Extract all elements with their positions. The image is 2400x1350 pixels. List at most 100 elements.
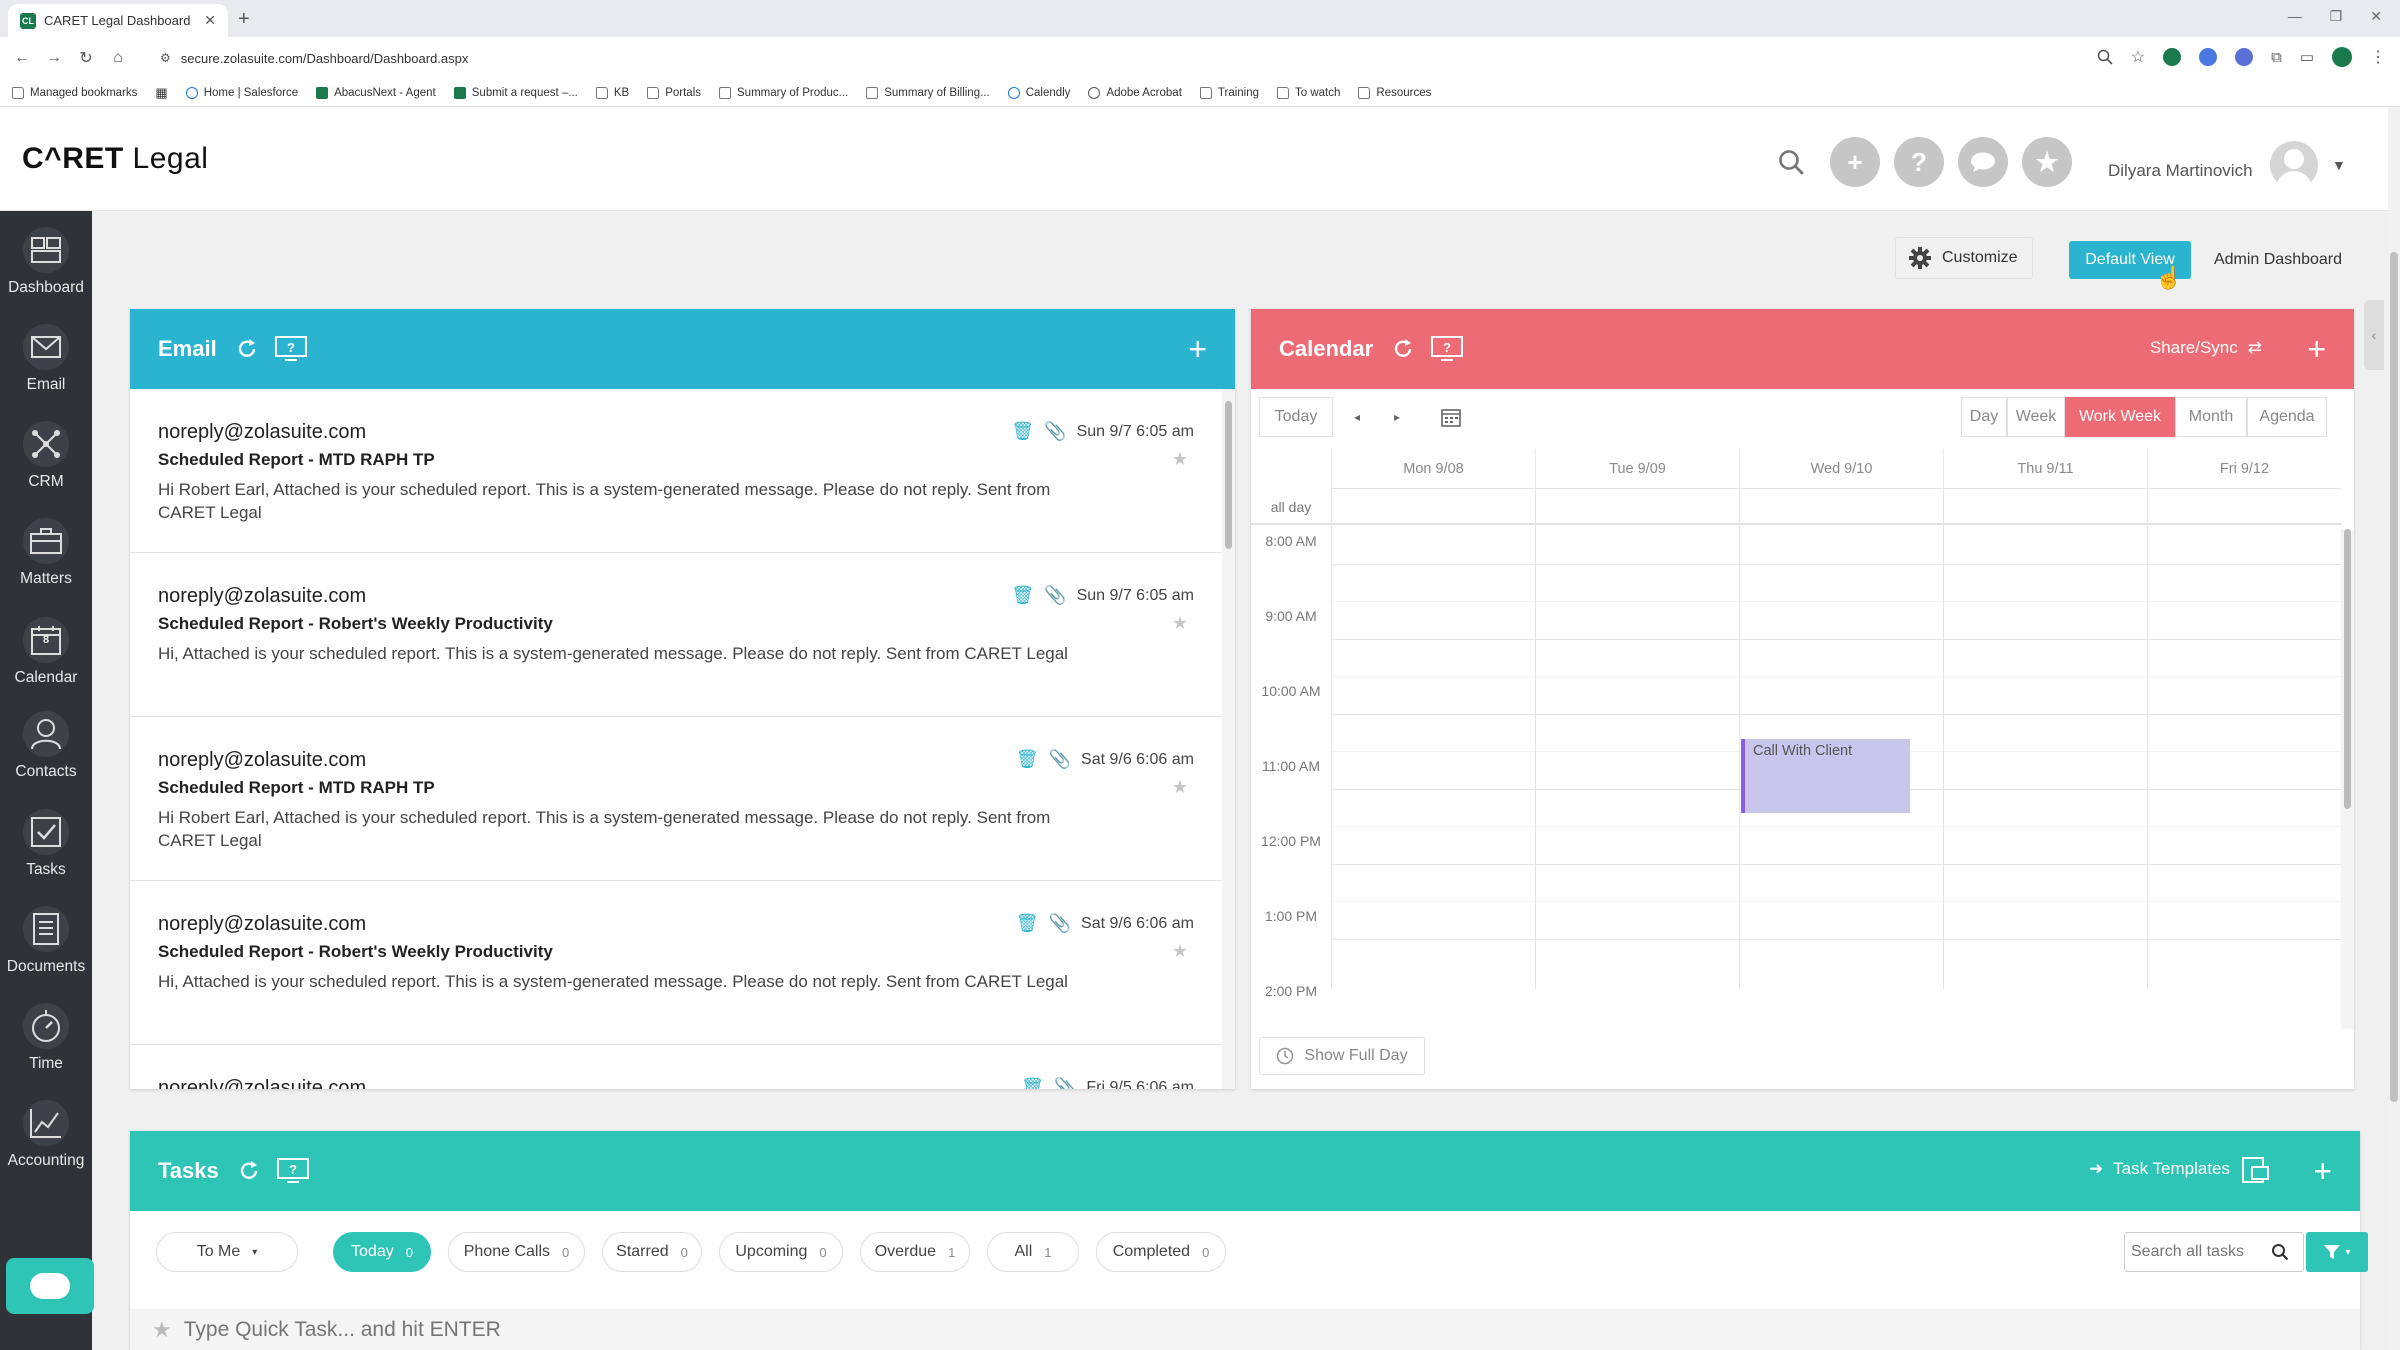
- site-info-icon[interactable]: ⚙: [160, 51, 171, 65]
- sidebar-item-matters[interactable]: Matters: [0, 518, 92, 588]
- quick-task-input[interactable]: [183, 1317, 984, 1342]
- prev-arrow-icon[interactable]: ◂: [1337, 397, 1377, 437]
- print-tasks-icon[interactable]: [2240, 1155, 2270, 1190]
- live-chat-button[interactable]: [6, 1258, 94, 1314]
- sidebar-item-calendar[interactable]: 8 Calendar: [0, 617, 92, 687]
- browser-tab[interactable]: CL CARET Legal Dashboard ✕: [8, 4, 228, 37]
- today-button[interactable]: Today: [1259, 397, 1333, 437]
- search-icon[interactable]: [2271, 1243, 2289, 1261]
- extension-caret-icon[interactable]: [2163, 48, 2182, 66]
- favorites-star-icon[interactable]: ★: [2022, 137, 2072, 187]
- user-name[interactable]: Dilyara Martinovich: [2108, 161, 2253, 181]
- help-screen-icon[interactable]: ?: [274, 336, 307, 362]
- view-work-week-button[interactable]: Work Week: [2065, 397, 2175, 437]
- zoom-icon[interactable]: [2097, 49, 2113, 65]
- calendar-event[interactable]: Call With Client: [1741, 739, 1910, 813]
- url-field[interactable]: ⚙ secure.zolasuite.com/Dashboard/Dashboa…: [160, 45, 2060, 71]
- trash-icon[interactable]: 🗑: [1016, 913, 1039, 934]
- add-task-icon[interactable]: +: [2313, 1155, 2332, 1187]
- sidebar-item-time[interactable]: Time: [0, 1003, 92, 1073]
- email-item[interactable]: noreply@zolasuite.com Scheduled Report -…: [130, 389, 1222, 553]
- browser-menu-icon[interactable]: ⋮: [2370, 47, 2386, 67]
- reload-icon[interactable]: ↻: [70, 48, 102, 68]
- avatar[interactable]: [2270, 141, 2318, 189]
- help-screen-icon[interactable]: ?: [276, 1158, 309, 1184]
- sidebar-item-contacts[interactable]: Contacts: [0, 711, 92, 781]
- email-item[interactable]: noreply@zolasuite.com Scheduled Report -…: [130, 553, 1222, 717]
- task-filter-button[interactable]: ▾: [2306, 1232, 2368, 1272]
- bookmark-adobe-acrobat[interactable]: Adobe Acrobat: [1088, 86, 1182, 99]
- bookmark-to-watch[interactable]: To watch: [1277, 86, 1340, 99]
- show-full-day-button[interactable]: Show Full Day: [1259, 1037, 1425, 1075]
- home-icon[interactable]: ⌂: [102, 49, 134, 67]
- filter-phone-calls[interactable]: Phone Calls 0: [448, 1232, 585, 1272]
- day-header[interactable]: Mon 9/08: [1331, 449, 1535, 489]
- sidebar-item-dashboard[interactable]: Dashboard: [0, 227, 92, 297]
- filter-upcoming[interactable]: Upcoming 0: [719, 1232, 843, 1272]
- star-icon[interactable]: ★: [1172, 941, 1188, 962]
- bookmark-kb[interactable]: KB: [595, 86, 629, 99]
- next-arrow-icon[interactable]: ▸: [1377, 397, 1417, 437]
- bookmark-star-icon[interactable]: ☆: [2131, 47, 2145, 67]
- trash-icon[interactable]: 🗑: [1011, 421, 1034, 442]
- trash-icon[interactable]: 🗑: [1011, 585, 1034, 606]
- page-scrollbar[interactable]: [2388, 107, 2400, 1350]
- trash-icon[interactable]: 🗑: [1016, 749, 1039, 770]
- chat-icon[interactable]: [1958, 137, 2008, 187]
- extension-purple-icon[interactable]: [2235, 48, 2254, 66]
- extensions-puzzle-icon[interactable]: ⧉: [2271, 49, 2282, 66]
- refresh-icon[interactable]: [235, 337, 259, 361]
- add-icon[interactable]: +: [1830, 137, 1880, 187]
- sidebar-item-accounting[interactable]: Accounting: [0, 1100, 92, 1170]
- filter-all[interactable]: All 1: [987, 1232, 1079, 1272]
- bookmark-managed[interactable]: Managed bookmarks: [12, 86, 137, 99]
- bookmark-submit-request[interactable]: Submit a request –...: [453, 86, 578, 99]
- star-icon[interactable]: ★: [1172, 449, 1188, 470]
- side-panel-icon[interactable]: ▭: [2300, 48, 2314, 66]
- view-day-button[interactable]: Day: [1961, 397, 2007, 437]
- chevron-left-icon[interactable]: ‹: [2364, 300, 2384, 370]
- share-sync-button[interactable]: Share/Sync ⇄: [2150, 338, 2262, 358]
- caret-legal-logo[interactable]: C^RET Legal: [22, 142, 208, 176]
- day-header[interactable]: Wed 9/10: [1739, 449, 1943, 489]
- star-icon[interactable]: ★: [152, 1317, 172, 1343]
- bookmark-resources[interactable]: Resources: [1358, 86, 1431, 99]
- day-header[interactable]: Tue 9/09: [1535, 449, 1739, 489]
- view-week-button[interactable]: Week: [2007, 397, 2065, 437]
- new-tab-icon[interactable]: +: [238, 8, 250, 31]
- sidebar-item-tasks[interactable]: Tasks: [0, 809, 92, 879]
- all-day-row[interactable]: all day: [1251, 489, 2341, 525]
- close-window-icon[interactable]: ✕: [2370, 8, 2382, 25]
- admin-dashboard-button[interactable]: Admin Dashboard: [2199, 241, 2357, 279]
- profile-icon[interactable]: [2332, 47, 2352, 67]
- filter-today[interactable]: Today 0: [333, 1232, 431, 1272]
- task-search-input[interactable]: [2131, 1243, 2271, 1261]
- help-screen-icon[interactable]: ?: [1431, 336, 1464, 362]
- bookmark-portals[interactable]: Portals: [647, 86, 701, 99]
- bookmark-abacusnext[interactable]: AbacusNext - Agent: [316, 86, 436, 99]
- minimize-icon[interactable]: —: [2288, 8, 2302, 25]
- close-tab-icon[interactable]: ✕: [204, 12, 216, 29]
- apps-grid-icon[interactable]: ▦: [155, 85, 167, 101]
- help-icon[interactable]: ?: [1894, 137, 1944, 187]
- view-month-button[interactable]: Month: [2175, 397, 2247, 437]
- bookmark-calendly[interactable]: Calendly: [1007, 86, 1070, 99]
- filter-overdue[interactable]: Overdue 1: [860, 1232, 970, 1272]
- date-picker-icon[interactable]: [1431, 397, 1471, 437]
- bookmark-training[interactable]: Training: [1199, 86, 1259, 99]
- refresh-icon[interactable]: [1391, 337, 1415, 361]
- bookmark-summary-produc[interactable]: Summary of Produc...: [719, 86, 848, 99]
- sidebar-item-crm[interactable]: CRM: [0, 421, 92, 491]
- chevron-down-icon[interactable]: ▼: [2332, 157, 2346, 173]
- star-icon[interactable]: ★: [1172, 777, 1188, 798]
- add-email-icon[interactable]: +: [1188, 333, 1207, 365]
- star-icon[interactable]: ★: [1172, 613, 1188, 634]
- trash-icon[interactable]: 🗑: [1021, 1077, 1044, 1089]
- back-icon[interactable]: ←: [6, 49, 38, 67]
- filter-completed[interactable]: Completed 0: [1096, 1232, 1226, 1272]
- sidebar-item-email[interactable]: Email: [0, 324, 92, 394]
- customize-button[interactable]: Customize: [1895, 237, 2033, 279]
- refresh-icon[interactable]: [237, 1159, 261, 1183]
- email-item[interactable]: noreply@zolasuite.com Scheduled Report -…: [130, 717, 1222, 881]
- task-templates-button[interactable]: ➜ Task Templates: [2089, 1159, 2230, 1179]
